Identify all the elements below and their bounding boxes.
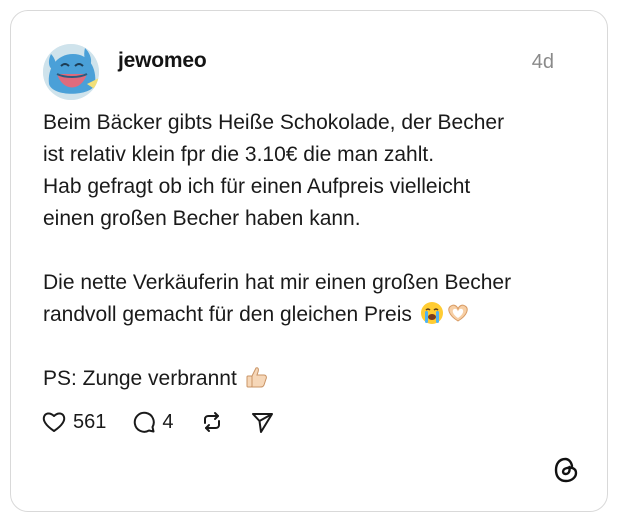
send-icon <box>251 413 273 433</box>
post-timestamp: 4d <box>531 51 554 73</box>
heart-hands-emoji-icon <box>448 304 468 322</box>
text-line: randvoll gemacht für den gleichen Preis <box>43 303 412 326</box>
paragraph-2: Die nette Verkäuferin hat mir einen groß… <box>43 267 583 331</box>
thumbs-up-emoji-icon <box>246 367 267 388</box>
avatar[interactable] <box>43 44 99 100</box>
paragraph-1: Beim Bäcker gibts Heiße Schokolade, der … <box>43 107 583 235</box>
comment-icon <box>134 411 156 433</box>
repost-button[interactable] <box>200 410 224 434</box>
reply-count: 4 <box>162 410 174 433</box>
username[interactable]: jewomeo <box>118 49 207 73</box>
action-bar: 561 4 <box>41 408 300 436</box>
like-button[interactable]: 561 <box>41 410 106 434</box>
text-line: Hab gefragt ob ich für einen Aufpreis vi… <box>43 175 471 198</box>
text-line: PS: Zunge verbrannt <box>43 367 237 390</box>
text-line: Beim Bäcker gibts Heiße Schokolade, der … <box>43 111 505 134</box>
text-line: ist relativ klein fpr die 3.10€ die man … <box>43 143 435 166</box>
post-card: jewomeo 4d Beim Bäcker gibts Heiße Schok… <box>10 10 608 512</box>
post-body: Beim Bäcker gibts Heiße Schokolade, der … <box>43 107 583 395</box>
heart-icon <box>42 412 66 432</box>
blue-creature-avatar-icon <box>43 44 99 100</box>
paragraph-3: PS: Zunge verbrannt <box>43 363 583 395</box>
crying-face-emoji-icon <box>420 302 443 324</box>
reply-button[interactable]: 4 <box>132 410 174 434</box>
like-count: 561 <box>73 410 107 433</box>
threads-logo-icon <box>554 457 578 483</box>
text-line: einen großen Becher haben kann. <box>43 207 361 230</box>
share-button[interactable] <box>250 410 274 434</box>
repost-icon <box>203 412 220 432</box>
text-line: Die nette Verkäuferin hat mir einen groß… <box>43 271 512 294</box>
